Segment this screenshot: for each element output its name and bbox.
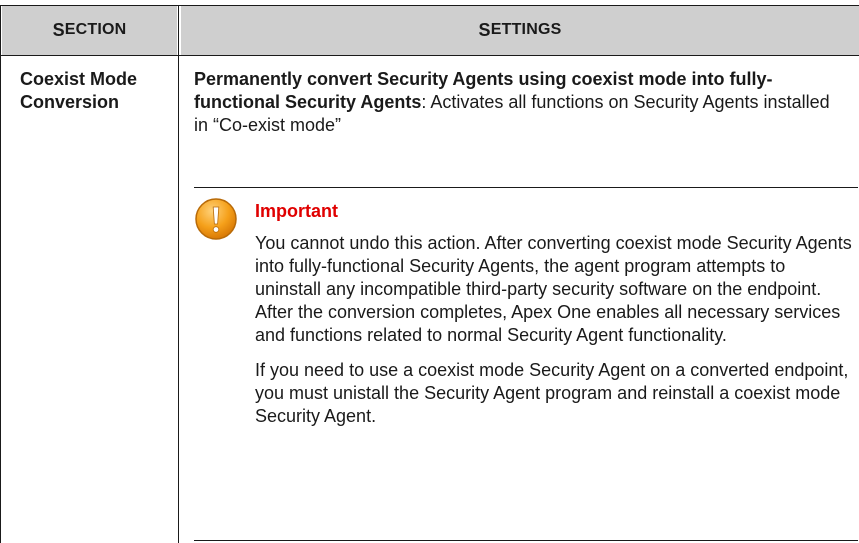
note-paragraph: If you need to use a coexist mode Securi…: [255, 360, 849, 426]
settings-table: S ECTION S ETTINGS Coexist Mode Conversion…: [0, 0, 859, 543]
header-bottom-rule: [0, 55, 859, 56]
header-section: S ECTION: [2, 5, 177, 55]
header-settings-initial: S: [478, 19, 491, 40]
column-divider: [178, 5, 179, 543]
note-paragraph: You cannot undo this action. After conve…: [255, 233, 852, 345]
header-section-initial: S: [52, 19, 65, 40]
note-body: You cannot undo this action. After conve…: [255, 232, 855, 440]
header-section-rest: ECTION: [64, 21, 127, 38]
settings-cell-description: Permanently convert Security Agents usin…: [194, 68, 844, 137]
note-bottom-rule: [194, 540, 858, 541]
header-settings-rest: ETTINGS: [490, 21, 562, 38]
note-top-rule: [194, 187, 858, 188]
warning-icon: [195, 198, 237, 240]
header-settings: S ETTINGS: [181, 5, 859, 55]
section-cell-coexist: Coexist Mode Conversion: [20, 69, 138, 112]
table-left-border: [0, 5, 1, 543]
note-title: Important: [255, 201, 338, 221]
table-top-rule: [0, 5, 859, 6]
